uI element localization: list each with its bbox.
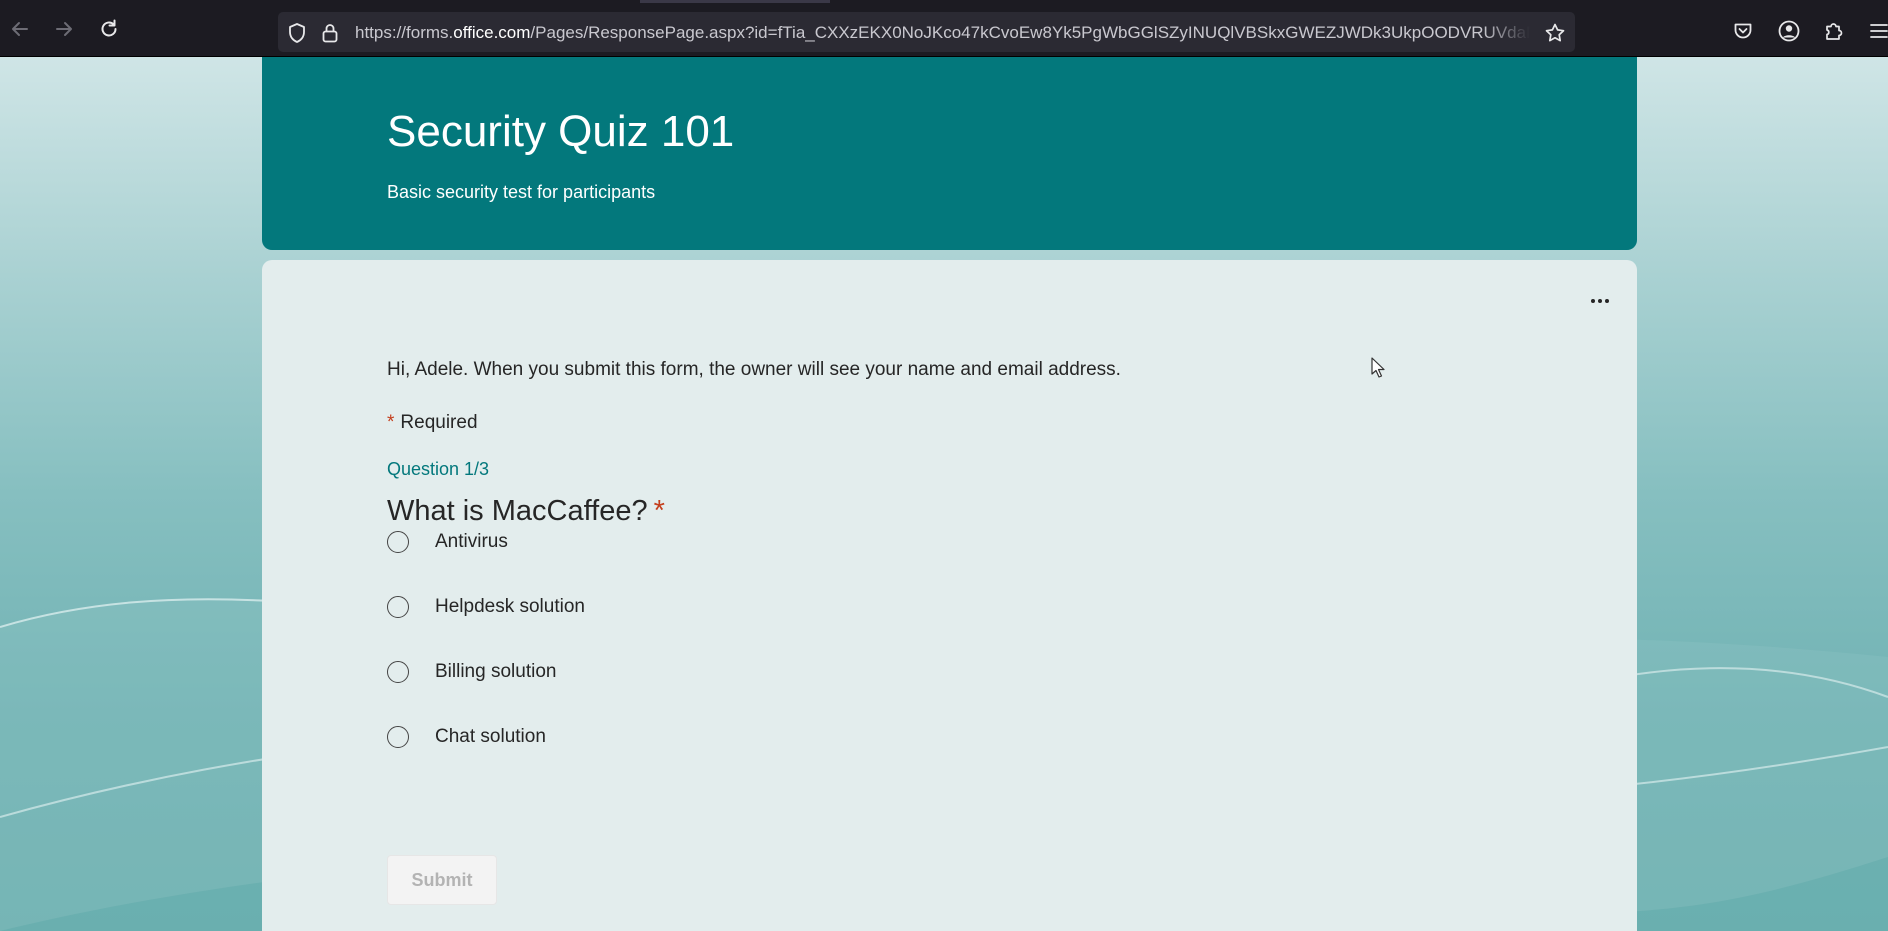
option-helpdesk-solution[interactable]: Helpdesk solution [387,587,807,627]
url-path: /Pages/ResponsePage.aspx?id=fTia_CXXzEKX… [530,23,1530,42]
option-antivirus[interactable]: Antivirus [387,522,807,562]
more-options-button[interactable] [1582,286,1618,316]
option-label: Helpdesk solution [435,596,585,617]
ellipsis-icon [1591,299,1609,303]
required-star: * [387,412,395,433]
puzzle-icon[interactable] [1821,18,1847,44]
lock-icon[interactable] [319,22,341,44]
option-billing-solution[interactable]: Billing solution [387,652,807,692]
mouse-cursor-icon [1371,357,1385,378]
radio-button[interactable] [387,661,409,683]
option-label: Billing solution [435,661,557,682]
pocket-icon[interactable] [1730,18,1756,44]
url-text[interactable]: https://forms.office.com/Pages/ResponseP… [355,21,1530,45]
arrow-right-icon [56,22,72,36]
forms-page: Security Quiz 101 Basic security test fo… [0,57,1888,931]
option-label: Antivirus [435,531,508,552]
radio-button[interactable] [387,726,409,748]
star-icon[interactable] [1544,22,1566,44]
radio-button[interactable] [387,531,409,553]
option-label: Chat solution [435,726,546,747]
account-icon[interactable] [1776,18,1802,44]
arrow-left-icon [12,22,28,36]
back-button[interactable] [5,14,35,44]
form-body: Hi, Adele. When you submit this form, th… [262,260,1637,931]
reload-button[interactable] [94,14,124,44]
shield-icon[interactable] [286,22,308,44]
form-subtitle: Basic security test for participants [387,182,656,202]
identity-notice: Hi, Adele. When you submit this form, th… [387,359,1121,380]
url-domain: office.com [453,23,531,42]
active-tab-indicator [640,0,830,3]
required-legend: * Required [387,412,478,434]
hamburger-menu-icon[interactable] [1866,18,1888,44]
form-title: Security Quiz 101 [387,107,735,156]
form-header: Security Quiz 101 Basic security test fo… [262,57,1637,250]
browser-toolbar: https://forms.office.com/Pages/ResponseP… [0,0,1888,57]
option-chat-solution[interactable]: Chat solution [387,717,807,757]
submit-button[interactable]: Submit [387,855,497,905]
forward-button[interactable] [49,14,79,44]
question-number: Question 1/3 [387,459,490,479]
radio-button[interactable] [387,596,409,618]
url-prefix: https://forms. [355,23,454,42]
address-bar[interactable]: https://forms.office.com/Pages/ResponseP… [278,12,1575,52]
reload-icon [101,19,117,37]
required-label: Required [400,412,478,433]
